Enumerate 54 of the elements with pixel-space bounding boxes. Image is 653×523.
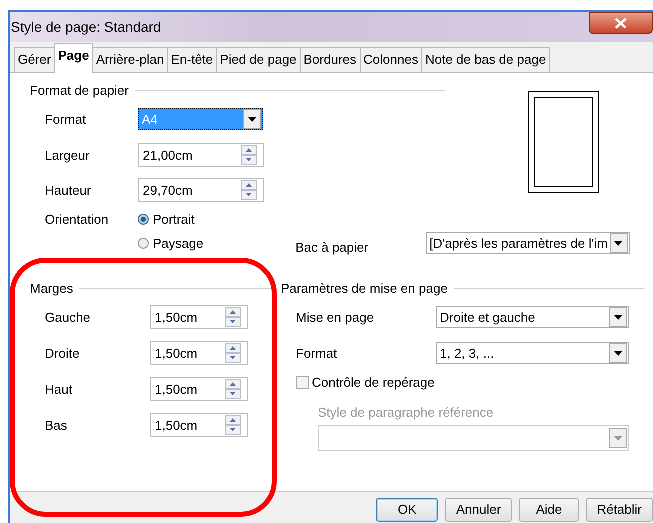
dialog-button[interactable]: Rétablir — [586, 498, 653, 522]
close-button[interactable] — [589, 12, 653, 34]
spin-arrows-icon[interactable] — [241, 180, 257, 200]
caret-icon[interactable] — [614, 314, 622, 320]
field-label: Haut — [45, 382, 74, 396]
radio-icon[interactable] — [138, 238, 149, 248]
caret-icon[interactable] — [614, 350, 622, 356]
dropdown-button[interactable] — [609, 307, 627, 327]
spin-box[interactable]: 1,50cm — [150, 305, 248, 329]
caret-icon[interactable] — [248, 116, 256, 122]
spin-box[interactable]: 29,70cm — [138, 178, 264, 202]
section-title: Marges — [30, 280, 74, 296]
section-title: Paramètres de mise en page — [281, 280, 448, 296]
dropdown-button[interactable] — [243, 109, 261, 129]
caret-icon[interactable] — [614, 240, 624, 246]
tab[interactable]: Gérer — [14, 47, 56, 72]
spin-arrows-icon[interactable] — [225, 379, 241, 399]
tab[interactable]: Page — [54, 43, 94, 73]
spin-arrows-icon[interactable] — [225, 307, 241, 327]
close-icon[interactable] — [615, 18, 627, 28]
checkbox-option[interactable]: Contrôle de repérage — [281, 371, 644, 393]
dialog-button[interactable]: Aide — [519, 498, 580, 522]
dialog-button[interactable]: Annuler — [445, 498, 512, 522]
field-label: Style de paragraphe référence — [318, 405, 495, 422]
dropdown-button[interactable] — [609, 343, 627, 363]
dropdown-button[interactable] — [610, 233, 628, 253]
spin-arrows-icon[interactable] — [225, 415, 241, 435]
dialog-button[interactable]: OK — [376, 498, 438, 522]
radio-icon[interactable] — [138, 214, 149, 224]
field-label: Format — [296, 346, 338, 360]
radio-button[interactable]: Paysage — [138, 236, 204, 250]
spin-box[interactable]: 1,50cm — [150, 413, 248, 437]
radio-button[interactable]: Portrait — [138, 212, 195, 226]
spin-arrows-icon[interactable] — [241, 145, 257, 165]
field-label: Mise en page — [296, 310, 376, 324]
field-label: Droite — [45, 346, 81, 360]
window-title: Style de page: Standard — [11, 19, 162, 35]
checkbox[interactable] — [296, 376, 309, 388]
field-label: Format — [45, 112, 88, 126]
section-title: Format de papier — [30, 82, 129, 98]
field-label: Hauteur — [45, 182, 92, 198]
field-label: Gauche — [45, 310, 92, 324]
tab[interactable]: Note de bas de page — [421, 47, 550, 72]
spin-box[interactable]: 1,50cm — [150, 377, 248, 401]
dropdown[interactable]: 1, 2, 3, ... — [436, 342, 629, 364]
spin-box[interactable]: 1,50cm — [150, 341, 248, 365]
field-label: Largeur — [45, 148, 91, 162]
dropdown[interactable]: [D'après les paramètres de l'im — [426, 232, 630, 254]
field-label: Orientation — [45, 212, 109, 226]
spin-arrows-icon[interactable] — [225, 343, 241, 363]
field-label: Bac à papier — [296, 238, 370, 254]
dropdown[interactable]: Droite et gauche — [436, 306, 629, 328]
spin-box[interactable]: 21,00cm — [138, 143, 264, 167]
field-label: Bas — [45, 418, 68, 432]
